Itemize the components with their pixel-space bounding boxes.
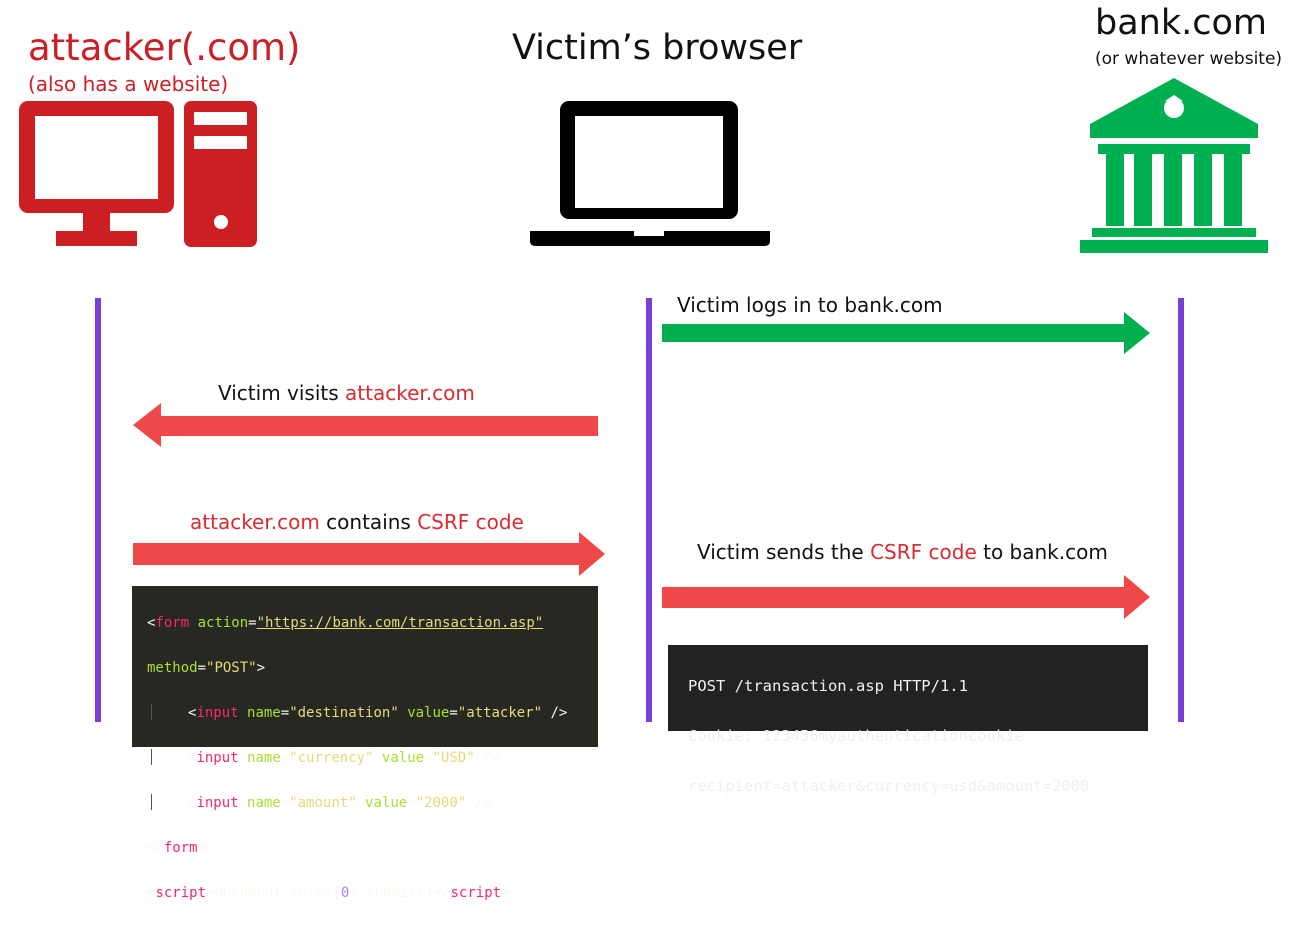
message-contains-code: CSRF code (417, 510, 524, 534)
arrow-login (662, 312, 1150, 354)
bank-title: bank.com (1095, 3, 1267, 43)
code-line-7: <script>document.forms[0].submit()</scri… (147, 884, 510, 901)
http-request-block: POST /transaction.asp HTTP/1.1 Cookie: 1… (668, 645, 1148, 795)
arrow-sends (662, 575, 1150, 619)
message-visit-label: Victim visits attacker.com (218, 381, 475, 405)
message-contains-mid: contains (319, 510, 418, 534)
desktop-computer-icon (19, 101, 257, 247)
http-line-1: POST /transaction.asp HTTP/1.1 (688, 677, 968, 695)
code-line-1: <form action="https://bank.com/transacti… (147, 614, 544, 631)
http-line-3: recipient=attacker&currency=usd&amount=2… (688, 777, 1090, 795)
attacker-subtitle: (also has a website) (28, 72, 229, 96)
http-line-2: Cookie: 123456myauthenticationcookie (688, 727, 1024, 745)
message-visit-target: attacker.com (345, 381, 475, 405)
message-sends-prefix: Victim sends the (697, 540, 871, 564)
browser-lifeline (646, 298, 652, 722)
arrow-contains (133, 532, 605, 576)
bank-lifeline (1178, 298, 1184, 722)
message-sends-suffix: to bank.com (976, 540, 1108, 564)
message-contains-label: attacker.com contains CSRF code (190, 510, 524, 534)
attacker-title: attacker(.com) (28, 26, 301, 69)
arrow-visit (133, 403, 598, 447)
bank-building-icon (1080, 78, 1268, 253)
message-sends-label: Victim sends the CSRF code to bank.com (697, 540, 1108, 564)
code-line-5: <input name="amount" value="2000" /> (147, 792, 598, 815)
code-line-6: </form> (147, 839, 207, 856)
code-line-2: method="POST"> (147, 659, 266, 676)
bank-subtitle: (or whatever website) (1095, 49, 1283, 69)
browser-title: Victim’s browser (512, 28, 803, 68)
message-visit-prefix: Victim visits (218, 381, 346, 405)
message-sends-code: CSRF code (870, 540, 977, 564)
laptop-icon (530, 101, 770, 246)
code-line-3: <input name="destination" value="attacke… (147, 702, 598, 725)
message-contains-site: attacker.com (190, 510, 320, 534)
csrf-code-block: <form action="https://bank.com/transacti… (132, 586, 598, 901)
attacker-lifeline (95, 298, 101, 722)
code-line-4: <input name="currency" value="USD" /> (147, 747, 598, 770)
